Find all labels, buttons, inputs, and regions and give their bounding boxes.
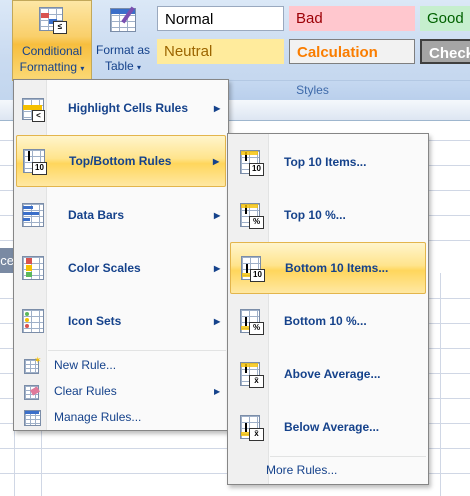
dropdown-arrow-icon: ▾	[137, 63, 142, 72]
submenu-arrow-icon: ▶	[214, 386, 221, 396]
top-10-items-icon-tag: 10	[249, 163, 264, 176]
submenu-arrow-icon: ▶	[214, 263, 221, 273]
submenu-item-above-average[interactable]: x̄ Above Average...	[230, 348, 426, 400]
menu-item-label: Clear Rules	[54, 384, 117, 398]
top-10-percent-icon-tag: %	[249, 216, 264, 229]
below-average-icon: x̄	[234, 411, 266, 443]
submenu-item-bottom-10-percent[interactable]: % Bottom 10 %...	[230, 295, 426, 347]
bottom-10-items-icon-tag: 10	[250, 269, 265, 282]
submenu-item-label: More Rules...	[266, 463, 338, 477]
submenu-item-bottom-10-items[interactable]: 10 Bottom 10 Items...	[230, 242, 426, 294]
icon-sets-icon	[16, 305, 48, 337]
submenu-item-top-10-percent[interactable]: % Top 10 %...	[230, 189, 426, 241]
menu-item-clear-rules[interactable]: Clear Rules ▶	[16, 378, 226, 404]
submenu-item-label: Below Average...	[284, 420, 380, 434]
above-average-icon: x̄	[234, 358, 266, 390]
row-header-cell: ce	[0, 248, 14, 273]
style-bad[interactable]: Bad	[289, 6, 415, 31]
below-average-icon-tag: x̄	[249, 428, 264, 441]
menu-item-highlight-cells-rules[interactable]: < Highlight Cells Rules ▶	[16, 82, 226, 134]
submenu-item-label: Bottom 10 %...	[284, 314, 367, 328]
submenu-item-top-10-items[interactable]: 10 Top 10 Items...	[230, 136, 426, 188]
menu-item-label: Highlight Cells Rules	[68, 101, 189, 115]
menu-item-label: Top/Bottom Rules	[69, 154, 172, 168]
menu-item-label: Icon Sets	[68, 314, 122, 328]
dropdown-arrow-icon: ▾	[80, 64, 85, 73]
format-as-table-label-2: Table	[104, 59, 134, 73]
style-neutral[interactable]: Neutral	[157, 39, 284, 64]
format-as-table-button[interactable]: Format as Table ▾	[91, 0, 155, 79]
submenu-item-label: Top 10 Items...	[284, 155, 367, 169]
data-bars-icon	[16, 199, 48, 231]
clear-rules-icon	[23, 382, 41, 400]
conditional-formatting-button[interactable]: ≤ Conditional Formatting ▾	[12, 0, 92, 81]
menu-item-manage-rules[interactable]: Manage Rules...	[16, 404, 226, 430]
menu-item-data-bars[interactable]: Data Bars ▶	[16, 189, 226, 241]
bottom-10-percent-icon: %	[234, 305, 266, 337]
menu-item-label: Color Scales	[68, 261, 141, 275]
menu-item-icon-sets[interactable]: Icon Sets ▶	[16, 295, 226, 347]
new-rule-icon: ✶	[23, 356, 42, 374]
submenu-item-label: Bottom 10 Items...	[285, 261, 389, 275]
submenu-item-below-average[interactable]: x̄ Below Average...	[230, 401, 426, 453]
submenu-arrow-icon: ▶	[214, 316, 221, 326]
format-as-table-label-1: Format as	[95, 43, 150, 57]
submenu-item-label: Above Average...	[284, 367, 381, 381]
manage-rules-icon	[23, 408, 41, 426]
bottom-10-percent-icon-tag: %	[249, 322, 264, 335]
conditional-formatting-icon: ≤	[37, 5, 67, 35]
conditional-formatting-label-2: Formatting	[19, 60, 77, 74]
menu-item-top-bottom-rules[interactable]: 10 Top/Bottom Rules ▶	[16, 135, 226, 187]
conditional-formatting-menu: < Highlight Cells Rules ▶ 10 Top/Bottom …	[13, 79, 229, 431]
submenu-arrow-icon: ▶	[213, 156, 220, 166]
style-normal[interactable]: Normal	[157, 6, 284, 31]
highlight-cells-rules-icon: <	[16, 92, 48, 124]
menu-item-label: Data Bars	[68, 208, 125, 222]
menu-item-label: Manage Rules...	[54, 410, 142, 424]
style-calculation[interactable]: Calculation	[289, 39, 415, 64]
submenu-item-label: Top 10 %...	[284, 208, 346, 222]
menu-item-color-scales[interactable]: Color Scales ▶	[16, 242, 226, 294]
submenu-arrow-icon: ▶	[214, 210, 221, 220]
format-as-table-icon	[108, 4, 138, 34]
bottom-10-items-icon: 10	[235, 252, 267, 284]
color-scales-icon	[16, 252, 48, 284]
submenu-arrow-icon: ▶	[214, 103, 221, 113]
menu-item-label: New Rule...	[54, 358, 117, 372]
submenu-item-more-rules[interactable]: More Rules...	[230, 457, 426, 483]
menu-item-new-rule[interactable]: ✶ New Rule...	[16, 352, 226, 378]
style-good[interactable]: Good	[420, 6, 470, 31]
top-bottom-rules-icon: 10	[17, 145, 49, 177]
top-10-items-icon: 10	[234, 146, 266, 178]
style-check-cell[interactable]: Check Cell	[420, 39, 470, 64]
above-average-icon-tag: x̄	[249, 375, 264, 388]
top-10-percent-icon: %	[234, 199, 266, 231]
top-bottom-rules-submenu: 10 Top 10 Items... % Top 10 %... 10 Bott…	[227, 133, 429, 485]
conditional-formatting-label-1: Conditional	[21, 44, 83, 58]
